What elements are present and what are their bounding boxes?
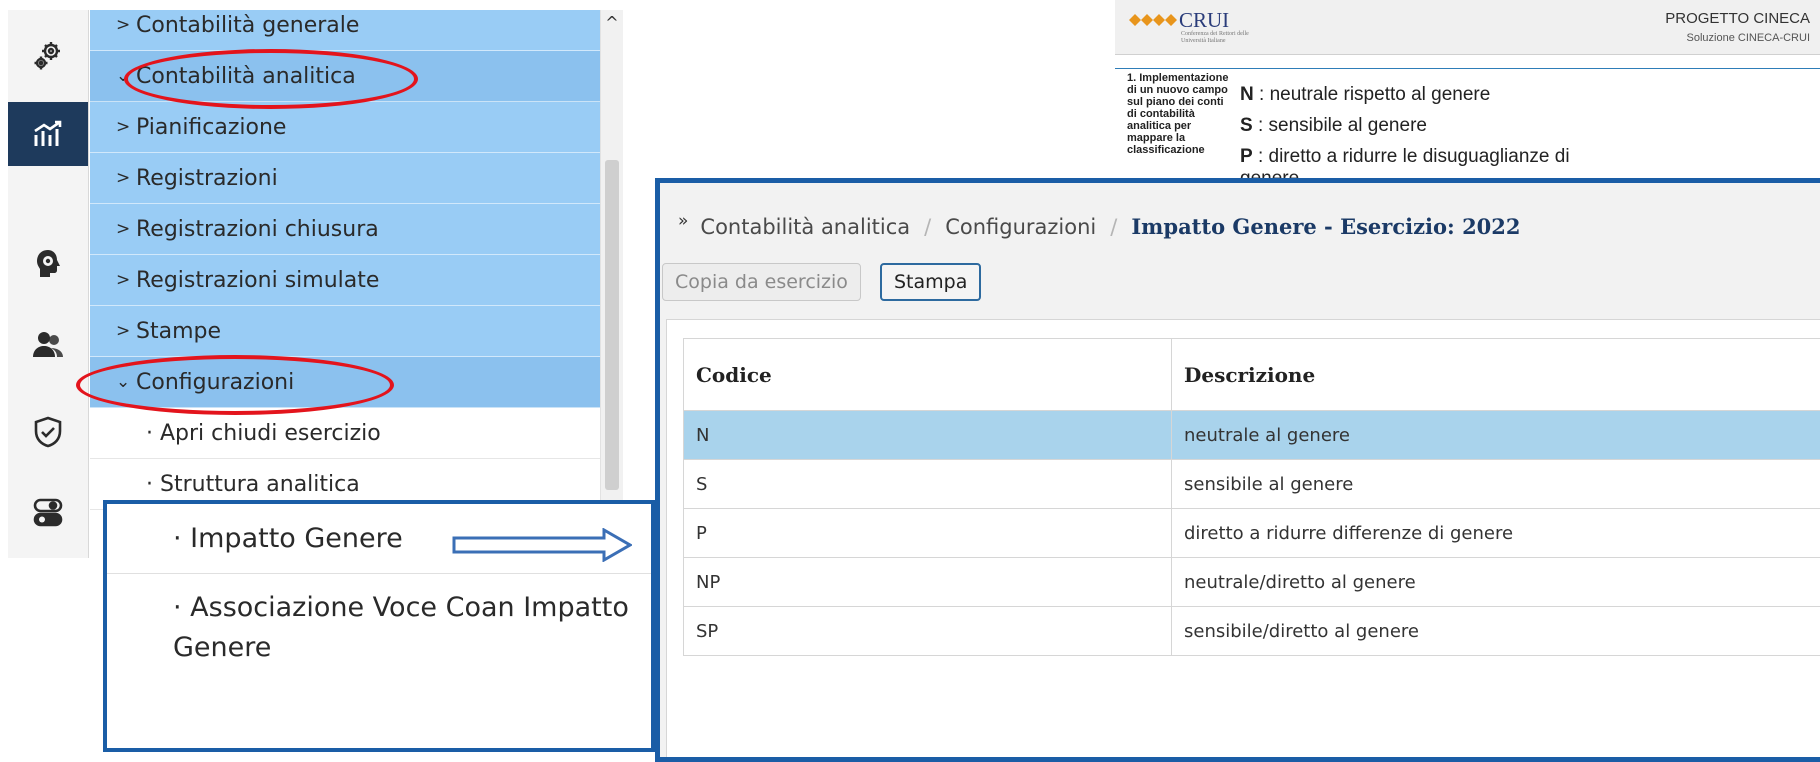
menu-item-registrazioni[interactable]: > Registrazioni <box>90 153 600 204</box>
crui-brand-subtitle: Conferenza dei Rettori delle Università … <box>1181 31 1249 44</box>
table-header-row: Codice Descrizione <box>683 338 1820 411</box>
caret-right-icon: > <box>116 168 131 188</box>
scrollbar-thumb[interactable] <box>605 160 619 490</box>
document-divider <box>1115 68 1820 69</box>
cell-codice: N <box>683 410 1172 460</box>
shield-check-icon[interactable] <box>8 400 88 464</box>
submenu-item-label: · Associazione Voce Coan Impatto Genere <box>173 592 629 663</box>
menu-scrollbar[interactable]: ^ <box>600 10 623 558</box>
caret-right-icon: > <box>116 270 131 290</box>
progetto-label: PROGETTO CINECA <box>1665 10 1810 27</box>
cell-codice: NP <box>683 557 1172 607</box>
breadcrumb-item[interactable]: Configurazioni <box>945 215 1096 239</box>
arrow-right-icon <box>452 528 632 562</box>
menu-item-label: Stampe <box>136 318 222 344</box>
menu-item-label: Registrazioni <box>136 165 278 191</box>
menu-item-label: Contabilità generale <box>136 12 360 38</box>
document-header: CRUI Conferenza dei Rettori delle Univer… <box>1115 0 1820 55</box>
caret-down-icon: ⌄ <box>116 372 131 392</box>
document-line: S : sensibile al genere <box>1240 115 1427 136</box>
cell-codice: S <box>683 459 1172 509</box>
cell-descrizione: neutrale/diretto al genere <box>1171 557 1820 607</box>
menu-item-pianificazione[interactable]: > Pianificazione <box>90 102 600 153</box>
document-snippet: CRUI Conferenza dei Rettori delle Univer… <box>1115 0 1820 189</box>
breadcrumb-item[interactable]: Contabilità analitica <box>700 215 910 239</box>
caret-right-icon: > <box>116 117 131 137</box>
menu-item-label: Registrazioni chiusura <box>136 216 379 242</box>
menu-item-registrazioni-simulate[interactable]: > Registrazioni simulate <box>90 255 600 306</box>
cell-descrizione: diretto a ridurre differenze di genere <box>1171 508 1820 558</box>
table-row[interactable]: NP neutrale/diretto al genere <box>683 557 1820 607</box>
table-row[interactable]: P diretto a ridurre differenze di genere <box>683 508 1820 558</box>
column-header-descrizione[interactable]: Descrizione <box>1171 338 1820 411</box>
menu-item-label: Registrazioni simulate <box>136 267 380 293</box>
menu-item-configurazioni[interactable]: ⌄ Configurazioni <box>90 357 600 408</box>
app-panel: » Contabilità analitica / Configurazioni / Im… <box>655 178 1820 762</box>
scroll-up-icon[interactable]: ^ <box>603 12 621 32</box>
menu-item-label: Pianificazione <box>136 114 287 140</box>
submenu-item-associazione-voce-coan[interactable]: · Associazione Voce Coan Impatto Genere <box>107 574 651 744</box>
breadcrumb-current: Impatto Genere - Esercizio: 2022 <box>1131 214 1521 239</box>
caret-right-icon: > <box>116 321 131 341</box>
stampa-button[interactable]: Stampa <box>880 263 982 301</box>
table-row[interactable]: SP sensibile/diretto al genere <box>683 606 1820 656</box>
table-container: Codice Descrizione N neutrale al genere … <box>666 319 1820 757</box>
caret-right-icon: > <box>116 219 131 239</box>
caret-down-icon: ⌄ <box>116 66 131 86</box>
table-row[interactable]: N neutrale al genere <box>683 410 1820 460</box>
cell-descrizione: neutrale al genere <box>1171 410 1820 460</box>
submenu-item-apri-chiudi-esercizio[interactable]: · Apri chiudi esercizio <box>90 408 600 459</box>
submenu-item-label: · Struttura analitica <box>146 471 360 497</box>
cell-descrizione: sensibile al genere <box>1171 459 1820 509</box>
document-line: N : neutrale rispetto al genere <box>1240 84 1491 105</box>
caret-right-icon: > <box>116 15 131 35</box>
menu-item-label: Configurazioni <box>136 369 295 395</box>
toggle-switches-icon[interactable] <box>8 480 88 544</box>
impatto-genere-table: Codice Descrizione N neutrale al genere … <box>683 338 1820 656</box>
breadcrumb: » Contabilità analitica / Configurazioni / Im… <box>678 211 1521 239</box>
navigation-menu: > Contabilità generale ⌄ Contabilità ana… <box>90 10 600 558</box>
menu-item-stampe[interactable]: > Stampe <box>90 306 600 357</box>
document-line: P : diretto a ridurre le disuguaglianze … <box>1240 146 1570 167</box>
users-icon[interactable] <box>8 312 88 376</box>
crui-brand: CRUI <box>1179 8 1230 32</box>
menu-item-label: Contabilità analitica <box>136 63 356 89</box>
copia-da-esercizio-button[interactable]: Copia da esercizio <box>662 263 861 301</box>
breadcrumb-icon: » <box>678 211 689 231</box>
chart-growth-icon[interactable] <box>8 102 88 166</box>
cell-codice: P <box>683 508 1172 558</box>
menu-item-contabilita-analitica[interactable]: ⌄ Contabilità analitica <box>90 51 600 102</box>
document-left-text: 1. Implementazione di un nuovo campo sul… <box>1127 72 1229 156</box>
menu-item-contabilita-generale[interactable]: > Contabilità generale <box>90 10 600 51</box>
cell-descrizione: sensibile/diretto al genere <box>1171 606 1820 656</box>
submenu-item-label: · Impatto Genere <box>173 523 403 554</box>
menu-item-registrazioni-chiusura[interactable]: > Registrazioni chiusura <box>90 204 600 255</box>
table-row[interactable]: S sensibile al genere <box>683 459 1820 509</box>
crui-logo-icon <box>1129 14 1177 26</box>
icon-rail <box>8 10 89 558</box>
submenu-item-label: · Apri chiudi esercizio <box>146 420 381 446</box>
gears-icon[interactable] <box>8 24 88 88</box>
soluzione-label: Soluzione CINECA-CRUI <box>1686 32 1810 44</box>
cell-codice: SP <box>683 606 1172 656</box>
brain-gear-icon[interactable] <box>8 232 88 296</box>
column-header-codice[interactable]: Codice <box>683 338 1172 411</box>
